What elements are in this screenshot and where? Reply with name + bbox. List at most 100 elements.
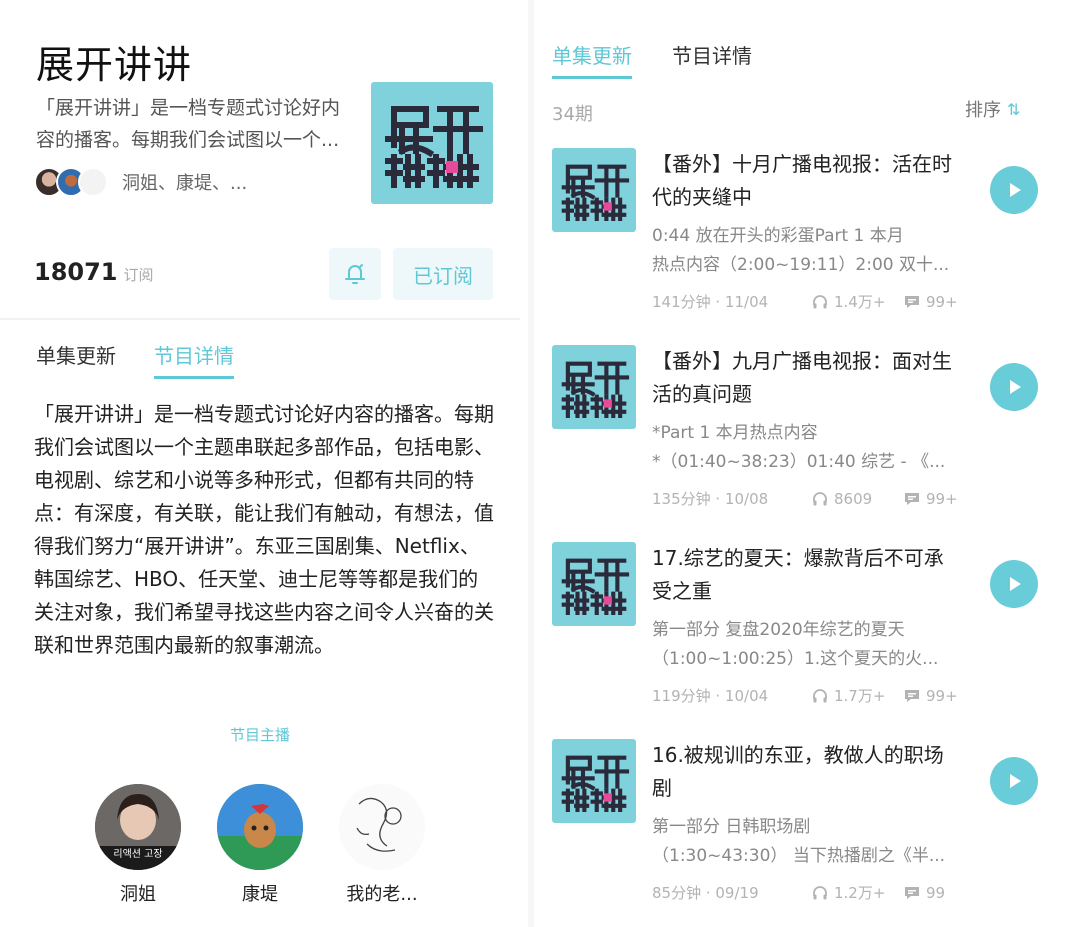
- play-button[interactable]: [990, 363, 1038, 411]
- comment-icon: [905, 492, 919, 505]
- play-icon: [1010, 774, 1021, 788]
- episode-comments[interactable]: 99+: [904, 687, 958, 705]
- episode-plays: 1.7万+: [812, 685, 904, 706]
- play-button[interactable]: [990, 560, 1038, 608]
- hosts-preview[interactable]: 洞姐、康堤、...: [34, 163, 247, 201]
- sort-icon: ⇅: [1007, 99, 1021, 119]
- host-card[interactable]: 리액션 고장 洞姐: [83, 784, 193, 906]
- headphones-icon: [813, 885, 827, 899]
- right-tab-bar: 单集更新 节目详情: [552, 40, 752, 79]
- notification-button[interactable]: [329, 248, 381, 300]
- podcast-short-description[interactable]: 「展开讲讲」是一档专题式讨论好内 容的播客。每期我们会试图以一个...: [36, 92, 366, 156]
- episode-comments[interactable]: 99+: [904, 490, 958, 508]
- episode-item[interactable]: 16.被规训的东亚，教做人的职场剧 第一部分 日韩职场剧 （1:30~43:30…: [552, 739, 1052, 919]
- episode-description-line-2: *（01:40~38:23）01:40 综艺 - 《...: [652, 452, 946, 472]
- play-button[interactable]: [990, 166, 1038, 214]
- play-count: 1.2万+: [834, 884, 886, 902]
- comment-icon: [905, 295, 919, 308]
- episode-description-line-1: *Part 1 本月热点内容: [652, 423, 818, 443]
- episode-description-line-2: （1:00~1:00:25）1.这个夏天的火...: [652, 649, 939, 669]
- episode-title: 16.被规训的东亚，教做人的职场剧: [652, 743, 944, 800]
- play-count: 1.7万+: [834, 687, 886, 705]
- host-card[interactable]: 康堤: [205, 784, 315, 906]
- episode-description: *Part 1 本月热点内容 *（01:40~38:23）01:40 综艺 - …: [652, 419, 964, 477]
- bell-icon: [345, 264, 365, 284]
- tab-details[interactable]: 节目详情: [672, 40, 752, 79]
- tab-episodes[interactable]: 单集更新: [552, 40, 632, 79]
- episode-description-line-2: （1:30~43:30） 当下热播剧之《半...: [652, 846, 946, 866]
- episode-cover: [552, 739, 636, 823]
- episode-meta: 85分钟 · 09/19 1.2万+ 99: [652, 882, 972, 903]
- host-avatar: 리액션 고장: [95, 784, 181, 870]
- podcast-logo-icon: [385, 106, 483, 188]
- comment-count: 99+: [926, 292, 958, 311]
- tab-episodes[interactable]: 单集更新: [36, 340, 116, 379]
- episode-description: 第一部分 日韩职场剧 （1:30~43:30） 当下热播剧之《半...: [652, 813, 964, 871]
- podcast-logo-icon: [561, 755, 630, 812]
- section-divider: [0, 318, 520, 320]
- comment-count: 99+: [926, 686, 958, 705]
- podcast-logo-icon: [561, 361, 630, 418]
- tab-details[interactable]: 节目详情: [154, 340, 234, 379]
- episode-description: 0:44 放在开头的彩蛋Part 1 本月 热点内容（2:00~19:11）2:…: [652, 222, 964, 280]
- headphones-icon: [813, 491, 827, 505]
- subscriber-count: 18071 订阅: [34, 258, 154, 286]
- episode-description-line-1: 0:44 放在开头的彩蛋Part 1 本月: [652, 226, 904, 246]
- hosts-preview-text: 洞姐、康堤、...: [122, 173, 248, 194]
- host-avatar: [217, 784, 303, 870]
- host-avatar: [339, 784, 425, 870]
- episode-description: 第一部分 复盘2020年综艺的夏天 （1:00~1:00:25）1.这个夏天的火…: [652, 616, 964, 674]
- episode-duration-date: 85分钟 · 09/19: [652, 884, 759, 902]
- subscribed-button[interactable]: 已订阅: [393, 248, 493, 300]
- episode-cover: [552, 345, 636, 429]
- podcast-logo-icon: [561, 164, 630, 221]
- episode-title: 【番外】九月广播电视报：面对生活的真问题: [652, 349, 952, 406]
- episode-meta: 141分钟 · 11/04 1.4万+ 99+: [652, 291, 972, 312]
- episode-comments[interactable]: 99+: [904, 293, 958, 311]
- subscriber-number: 18071: [34, 258, 118, 286]
- comment-icon: [905, 689, 919, 702]
- hosts-heading: 节目主播: [229, 726, 290, 744]
- episode-plays: 1.4万+: [812, 291, 904, 312]
- host-avatar-small: [78, 167, 108, 197]
- play-icon: [1010, 380, 1021, 394]
- episode-description-line-1: 第一部分 日韩职场剧: [652, 817, 811, 837]
- episode-meta: 135分钟 · 10/08 8609 99+: [652, 488, 972, 509]
- episode-duration-date: 141分钟 · 11/04: [652, 293, 769, 311]
- play-count: 8609: [834, 489, 873, 508]
- host-name: 康堤: [242, 884, 278, 905]
- episode-title: 【番外】十月广播电视报：活在时代的夹缝中: [652, 152, 952, 209]
- play-icon: [1010, 183, 1021, 197]
- headphones-icon: [813, 294, 827, 308]
- episode-item[interactable]: 【番外】九月广播电视报：面对生活的真问题 *Part 1 本月热点内容 *（01…: [552, 345, 1052, 525]
- svg-text:리액션 고장: 리액션 고장: [113, 848, 162, 860]
- comment-count: 99+: [926, 489, 958, 508]
- episode-item[interactable]: 【番外】十月广播电视报：活在时代的夹缝中 0:44 放在开头的彩蛋Part 1 …: [552, 148, 1052, 328]
- left-tab-bar: 单集更新 节目详情: [36, 340, 234, 379]
- subscriber-label: 订阅: [123, 266, 154, 284]
- episode-description-line-2: 热点内容（2:00~19:11）2:00 双十...: [652, 255, 950, 275]
- podcast-detail-text: 「展开讲讲」是一档专题式讨论好内容的播客。每期我们会试图以一个主题串联起多部作品…: [34, 402, 494, 657]
- host-name: 我的老...: [346, 884, 418, 905]
- episode-count: 34期: [552, 104, 593, 125]
- podcast-detail-panel: 展开讲讲 「展开讲讲」是一档专题式讨论好内 容的播客。每期我们会试图以一个...…: [0, 0, 520, 927]
- episode-duration-date: 119分钟 · 10/04: [652, 687, 769, 705]
- podcast-title: 展开讲讲: [36, 43, 193, 87]
- host-card[interactable]: 我的老...: [327, 784, 437, 906]
- headphones-icon: [813, 688, 827, 702]
- description-line-1: 「展开讲讲」是一档专题式讨论好内: [36, 97, 341, 119]
- comment-icon: [905, 886, 919, 899]
- sort-button[interactable]: 排序 ⇅: [965, 96, 1020, 122]
- host-name: 洞姐: [120, 884, 156, 905]
- play-button[interactable]: [990, 757, 1038, 805]
- episode-plays: 1.2万+: [812, 882, 904, 903]
- episode-description-line-1: 第一部分 复盘2020年综艺的夏天: [652, 620, 905, 640]
- episode-duration-date: 135分钟 · 10/08: [652, 490, 769, 508]
- podcast-logo-icon: [561, 558, 630, 615]
- episode-comments[interactable]: 99: [904, 884, 945, 902]
- podcast-cover: [371, 82, 493, 204]
- episode-meta: 119分钟 · 10/04 1.7万+ 99+: [652, 685, 972, 706]
- description-line-2: 容的播客。每期我们会试图以一个...: [36, 129, 340, 151]
- episode-title: 17.综艺的夏天：爆款背后不可承受之重: [652, 546, 944, 603]
- episode-item[interactable]: 17.综艺的夏天：爆款背后不可承受之重 第一部分 复盘2020年综艺的夏天 （1…: [552, 542, 1052, 722]
